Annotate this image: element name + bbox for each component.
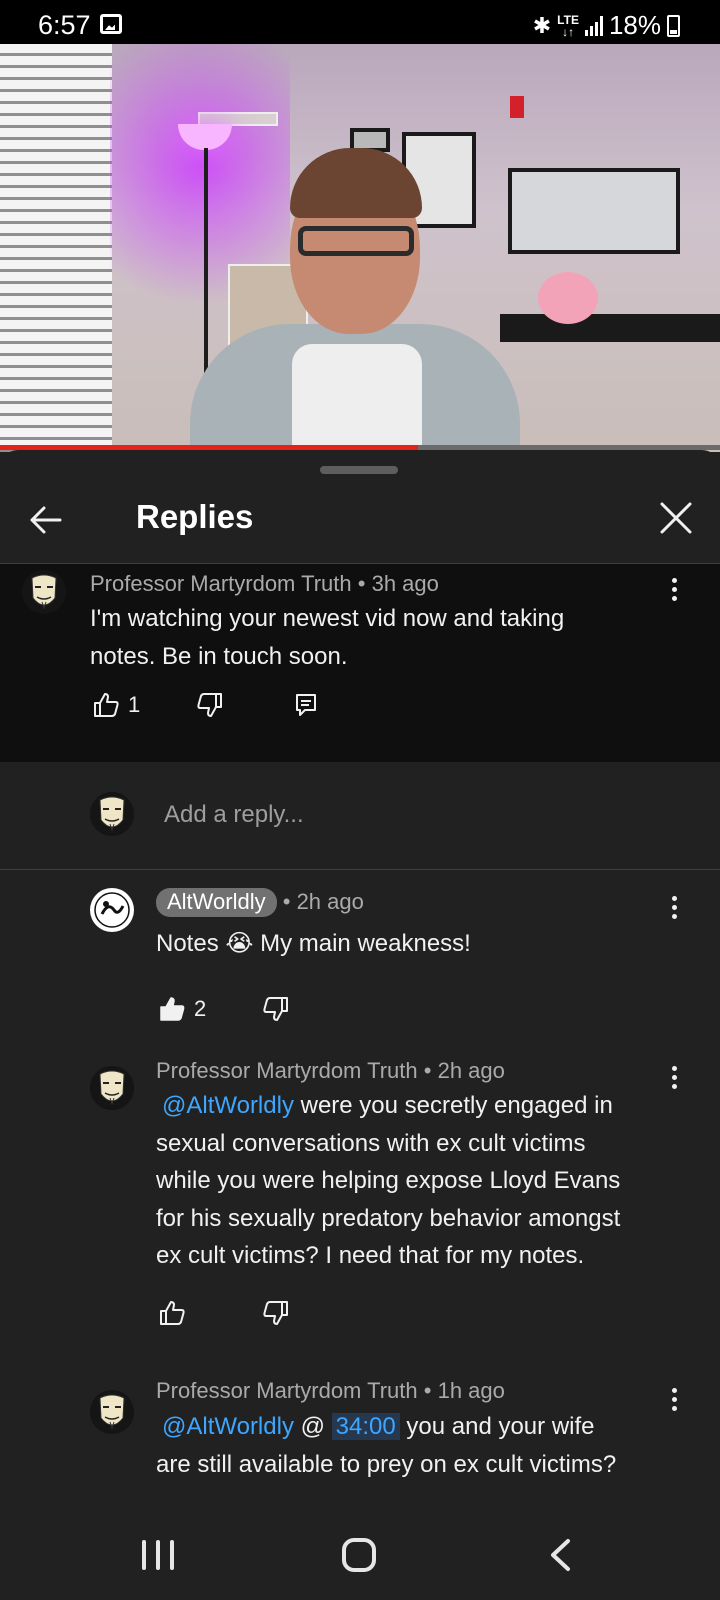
meta-separator: •: [351, 571, 372, 596]
comment-text-part: @: [293, 1413, 332, 1440]
reply-comment: Professor Martyrdom Truth • 2h ago @AltW…: [0, 1046, 720, 1346]
add-reply-bar: [0, 762, 720, 870]
meta-separator: •: [417, 1058, 438, 1083]
thumb-up-icon: [160, 1301, 185, 1325]
replies-sheet: Replies Professor Martyrdom Truth • 3h a…: [0, 450, 720, 1600]
thumb-up-filled-icon: [160, 997, 185, 1021]
altworldly-logo-icon: [91, 889, 133, 931]
comment-age: 3h ago: [371, 571, 439, 596]
avatar[interactable]: [22, 570, 66, 614]
comment-author[interactable]: Professor Martyrdom Truth: [156, 1378, 418, 1403]
avatar[interactable]: [90, 888, 134, 932]
thumb-up-icon: [94, 693, 119, 717]
comment-text-part: you and your wife: [399, 1413, 595, 1440]
comment-line: I'm watching your newest vid now and tak…: [90, 605, 565, 632]
comment-age: 1h ago: [437, 1378, 505, 1403]
add-reply-input[interactable]: [164, 800, 644, 830]
comment-age: 2h ago: [296, 889, 364, 914]
status-time: 6:57: [38, 10, 91, 40]
recents-icon[interactable]: [142, 1540, 174, 1570]
reply-comment: AltWorldly • 2h ago Notes 😭 My main weak…: [0, 870, 720, 1030]
crying-emoji: 😭: [225, 930, 254, 957]
thumb-down-icon: [263, 997, 288, 1021]
sheet-header: Replies: [0, 480, 720, 564]
comment-meta: Professor Martyrdom Truth • 2h ago: [156, 1058, 505, 1084]
comment-meta: Professor Martyrdom Truth • 1h ago: [156, 1378, 505, 1404]
comment-line: sexual conversations with ex cult victim…: [156, 1129, 586, 1157]
gallery-notification-icon: [100, 14, 122, 34]
comment-text: Notes 😭 My main weakness!: [156, 925, 471, 963]
comment-meta: Professor Martyrdom Truth • 3h ago: [90, 571, 439, 597]
drag-handle[interactable]: [320, 466, 398, 474]
mention-link[interactable]: @AltWorldly: [156, 1413, 294, 1440]
dislike-button[interactable]: [196, 690, 224, 720]
video-player[interactable]: [0, 44, 720, 452]
more-vert-icon[interactable]: [668, 896, 680, 924]
creator-author-chip[interactable]: AltWorldly: [156, 888, 277, 917]
signal-icon: [584, 15, 603, 36]
comment-text: @AltWorldly were you secretly engaged in…: [156, 1087, 676, 1275]
comment-line: notes. Be in touch soon.: [90, 642, 348, 670]
comment-text: I'm watching your newest vid now and tak…: [90, 600, 564, 675]
reply-comment: Professor Martyrdom Truth • 1h ago @AltW…: [0, 1376, 720, 1516]
like-button[interactable]: [158, 1298, 186, 1328]
mask-avatar-icon: [90, 1390, 134, 1434]
comment-author[interactable]: Professor Martyrdom Truth: [90, 571, 352, 596]
meta-separator: •: [417, 1378, 438, 1403]
like-count: 1: [128, 692, 141, 717]
like-count: 2: [194, 996, 207, 1021]
comment-text: @AltWorldly @ 34:00 you and your wife ar…: [156, 1408, 676, 1483]
avatar: [90, 792, 134, 836]
lte-indicator: LTE ↓↑: [557, 12, 579, 39]
system-nav-bar: [0, 1508, 720, 1600]
home-icon[interactable]: [342, 1538, 376, 1572]
battery-percent: 18%: [608, 10, 661, 40]
mention-link[interactable]: @AltWorldly: [156, 1092, 294, 1119]
timestamp-link[interactable]: 34:00: [331, 1413, 400, 1440]
mask-avatar-icon: [90, 1066, 134, 1110]
close-icon[interactable]: [656, 498, 696, 538]
video-frame-blinds: [0, 44, 112, 452]
comment-line: while you were helping expose Lloyd Evan…: [156, 1167, 621, 1194]
avatar[interactable]: [90, 1390, 134, 1434]
dislike-button[interactable]: [262, 1298, 290, 1328]
meta-separator: •: [276, 889, 297, 914]
comment-meta: AltWorldly • 2h ago: [156, 888, 364, 917]
reply-icon: [296, 694, 316, 716]
avatar[interactable]: [90, 1066, 134, 1110]
parent-comment: Professor Martyrdom Truth • 3h ago I'm w…: [0, 564, 720, 762]
nav-back-icon[interactable]: [548, 1538, 572, 1572]
bluetooth-icon: ✱: [532, 12, 552, 38]
dislike-button[interactable]: [262, 994, 290, 1024]
network-label: LTE: [557, 12, 579, 27]
comment-text-part: My main weakness!: [253, 930, 471, 957]
status-bar: 6:57 ✱ LTE ↓↑ 18%: [0, 0, 720, 50]
like-button[interactable]: 2: [158, 994, 206, 1024]
comment-line: for his sexually predatory behavior amon…: [156, 1204, 621, 1232]
reply-button[interactable]: [292, 690, 320, 720]
like-button[interactable]: 1: [92, 690, 140, 720]
battery-icon: [667, 14, 680, 37]
comment-text-part: Notes: [156, 930, 226, 957]
comment-age: 2h ago: [437, 1058, 505, 1083]
sheet-title: Replies: [136, 498, 254, 535]
comment-author[interactable]: Professor Martyrdom Truth: [156, 1058, 418, 1083]
mask-avatar-icon: [22, 570, 66, 614]
thumb-down-icon: [263, 1301, 288, 1325]
back-arrow-icon[interactable]: [26, 500, 66, 540]
mask-avatar-icon: [90, 792, 134, 836]
more-vert-icon[interactable]: [668, 578, 680, 606]
comment-line: ex cult victims? I need that for my note…: [156, 1242, 585, 1269]
comment-text-part: were you secretly engaged in: [293, 1092, 613, 1119]
comment-line: are still available to prey on ex cult v…: [156, 1450, 617, 1478]
thumb-down-icon: [197, 693, 222, 717]
